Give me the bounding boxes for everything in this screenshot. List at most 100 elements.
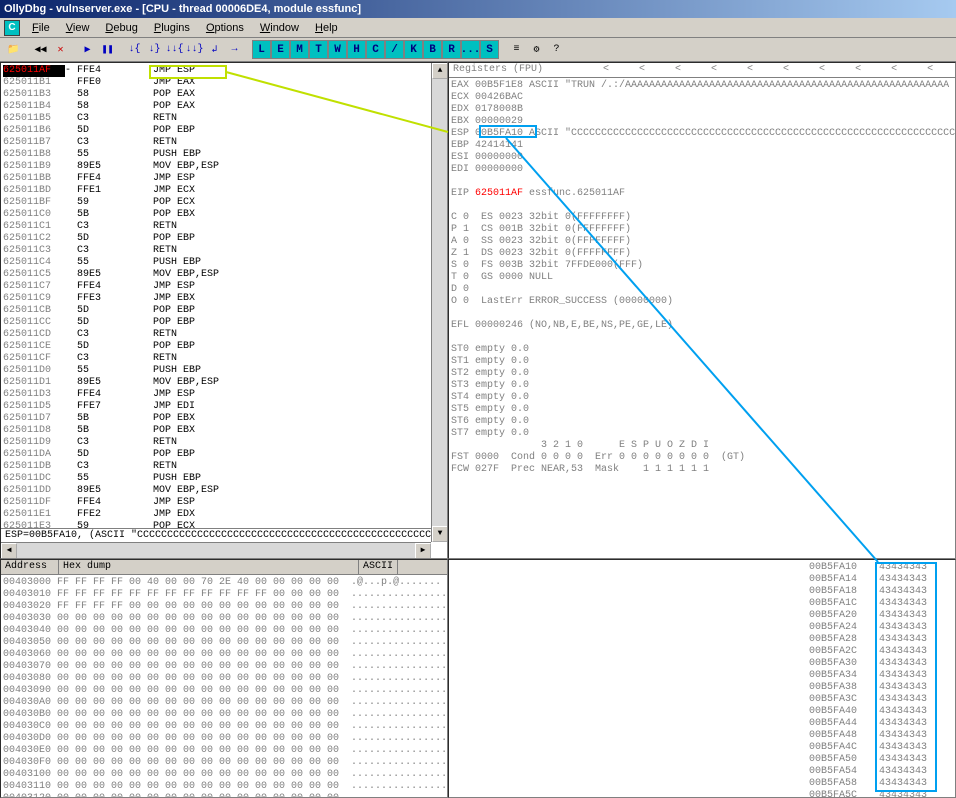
letter-button-l[interactable]: L <box>252 40 271 59</box>
run-to-return-button[interactable]: ↲ <box>205 40 224 59</box>
dump-row[interactable]: 00403040 00 00 00 00 00 00 00 00 00 00 0… <box>3 625 445 637</box>
stack-row[interactable]: 00B5FA4843434343 <box>809 730 953 742</box>
stack-row[interactable]: 00B5FA4C43434343 <box>809 742 953 754</box>
disasm-row[interactable]: 625011BB FFE4JMP ESP <box>3 173 445 185</box>
register-row[interactable]: ST3 empty 0.0 <box>451 380 953 392</box>
menu-help[interactable]: Help <box>307 20 346 36</box>
disasm-row[interactable]: 625011CB 5DPOP EBP <box>3 305 445 317</box>
register-row[interactable] <box>451 176 953 188</box>
dump-row[interactable]: 00403010 FF FF FF FF FF FF FF FF FF FF F… <box>3 589 445 601</box>
tool-list-button[interactable]: ≡ <box>507 40 526 59</box>
disasm-row[interactable]: 625011B6 5DPOP EBP <box>3 125 445 137</box>
letter-button-e[interactable]: E <box>271 40 290 59</box>
register-row[interactable]: 3 2 1 0 E S P U O Z D I <box>451 440 953 452</box>
disasm-row[interactable]: 625011B7 C3RETN <box>3 137 445 149</box>
disasm-row[interactable]: 625011DD 89E5MOV EBP,ESP <box>3 485 445 497</box>
scroll-up-button[interactable]: ▲ <box>432 63 448 79</box>
disasm-row[interactable]: 625011CD C3RETN <box>3 329 445 341</box>
letter-button-...[interactable]: ... <box>461 40 480 59</box>
dump-row[interactable]: 00403000 FF FF FF FF 00 40 00 00 70 2E 4… <box>3 577 445 589</box>
disasm-row[interactable]: 625011CF C3RETN <box>3 353 445 365</box>
stack-row[interactable]: 00B5FA3C43434343 <box>809 694 953 706</box>
disasm-row[interactable]: 625011C7 FFE4JMP ESP <box>3 281 445 293</box>
stack-row[interactable]: 00B5FA1C43434343 <box>809 598 953 610</box>
dump-row[interactable]: 00403070 00 00 00 00 00 00 00 00 00 00 0… <box>3 661 445 673</box>
register-row[interactable]: ECX 00426BAC <box>451 92 953 104</box>
register-row[interactable]: ST1 empty 0.0 <box>451 356 953 368</box>
scrollbar-h[interactable]: ◀ ▶ <box>1 542 431 558</box>
dump-row[interactable]: 00403020 FF FF FF FF 00 00 00 00 00 00 0… <box>3 601 445 613</box>
letter-button-/[interactable]: / <box>385 40 404 59</box>
disasm-row[interactable]: 625011D1 89E5MOV EBP,ESP <box>3 377 445 389</box>
letter-button-t[interactable]: T <box>309 40 328 59</box>
stack-row[interactable]: 00B5FA3043434343 <box>809 658 953 670</box>
stack-row[interactable]: 00B5FA5843434343 <box>809 778 953 790</box>
disasm-row[interactable]: 625011C3 C3RETN <box>3 245 445 257</box>
register-row[interactable]: O 0 LastErr ERROR_SUCCESS (00000000) <box>451 296 953 308</box>
disasm-row[interactable]: 625011B4 58POP EAX <box>3 101 445 113</box>
letter-button-w[interactable]: W <box>328 40 347 59</box>
stack-row[interactable]: 00B5FA1843434343 <box>809 586 953 598</box>
stack-row[interactable]: 00B5FA5443434343 <box>809 766 953 778</box>
step-into-button[interactable]: ↓{ <box>125 40 144 59</box>
pause-button[interactable]: ❚❚ <box>98 40 117 59</box>
letter-button-c[interactable]: C <box>366 40 385 59</box>
letter-button-k[interactable]: K <box>404 40 423 59</box>
register-row[interactable]: EBP 42414141 <box>451 140 953 152</box>
register-row[interactable] <box>451 200 953 212</box>
disasm-row[interactable]: 625011DA 5DPOP EBP <box>3 449 445 461</box>
tool-help-button[interactable]: ? <box>547 40 566 59</box>
letter-button-r[interactable]: R <box>442 40 461 59</box>
menu-window[interactable]: Window <box>252 20 307 36</box>
letter-button-m[interactable]: M <box>290 40 309 59</box>
register-row[interactable]: EFL 00000246 (NO,NB,E,BE,NS,PE,GE,LE) <box>451 320 953 332</box>
disasm-row[interactable]: 625011B1 FFE0JMP EAX <box>3 77 445 89</box>
dump-row[interactable]: 004030E0 00 00 00 00 00 00 00 00 00 00 0… <box>3 745 445 757</box>
menu-view[interactable]: View <box>58 20 98 36</box>
trace-over-button[interactable]: ↓↓} <box>185 40 204 59</box>
register-row[interactable]: T 0 GS 0000 NULL <box>451 272 953 284</box>
disasm-row[interactable]: 625011D5 FFE7JMP EDI <box>3 401 445 413</box>
disasm-row[interactable]: 625011E1 FFE2JMP EDX <box>3 509 445 521</box>
register-row[interactable]: D 0 <box>451 284 953 296</box>
close-button[interactable]: ✕ <box>51 40 70 59</box>
disasm-row[interactable]: 625011C9 FFE3JMP EBX <box>3 293 445 305</box>
menu-options[interactable]: Options <box>198 20 252 36</box>
disasm-row[interactable]: 625011AF- FFE4JMP ESP <box>3 65 445 77</box>
disasm-row[interactable]: 625011C4 55PUSH EBP <box>3 257 445 269</box>
letter-button-s[interactable]: S <box>480 40 499 59</box>
register-row[interactable]: P 1 CS 001B 32bit 0(FFFFFFFF) <box>451 224 953 236</box>
app-icon[interactable]: C <box>4 20 20 36</box>
stack-row[interactable]: 00B5FA4043434343 <box>809 706 953 718</box>
scroll-left-button[interactable]: ◀ <box>1 543 17 559</box>
disasm-row[interactable]: 625011CE 5DPOP EBP <box>3 341 445 353</box>
register-row[interactable]: C 0 ES 0023 32bit 0(FFFFFFFF) <box>451 212 953 224</box>
step-over-button[interactable]: ↓} <box>145 40 164 59</box>
dump-row[interactable]: 004030A0 00 00 00 00 00 00 00 00 00 00 0… <box>3 697 445 709</box>
rewind-button[interactable]: ◀◀ <box>31 40 50 59</box>
register-row[interactable]: ESP 00B5FA10 ASCII "CCCCCCCCCCCCCCCCCCCC… <box>451 128 953 140</box>
dump-row[interactable]: 00403090 00 00 00 00 00 00 00 00 00 00 0… <box>3 685 445 697</box>
stack-row[interactable]: 00B5FA5C43434343 <box>809 790 953 798</box>
disasm-row[interactable]: 625011C1 C3RETN <box>3 221 445 233</box>
disasm-row[interactable]: 625011C5 89E5MOV EBP,ESP <box>3 269 445 281</box>
disasm-row[interactable]: 625011B3 58POP EAX <box>3 89 445 101</box>
register-row[interactable]: A 0 SS 0023 32bit 0(FFFFFFFF) <box>451 236 953 248</box>
disasm-row[interactable]: 625011D7 5BPOP EBX <box>3 413 445 425</box>
stack-row[interactable]: 00B5FA3843434343 <box>809 682 953 694</box>
open-folder-button[interactable]: 📁 <box>4 40 23 59</box>
dump-row[interactable]: 00403100 00 00 00 00 00 00 00 00 00 00 0… <box>3 769 445 781</box>
tool-options-button[interactable]: ⚙ <box>527 40 546 59</box>
letter-button-h[interactable]: H <box>347 40 366 59</box>
disasm-row[interactable]: 625011CC 5DPOP EBP <box>3 317 445 329</box>
dump-row[interactable]: 00403120 00 00 00 00 00 00 00 00 00 00 0… <box>3 793 445 798</box>
dump-row[interactable]: 004030B0 00 00 00 00 00 00 00 00 00 00 0… <box>3 709 445 721</box>
dump-pane[interactable]: Address Hex dump ASCII 00403000 FF FF FF… <box>0 559 448 798</box>
register-row[interactable]: ST4 empty 0.0 <box>451 392 953 404</box>
letter-button-b[interactable]: B <box>423 40 442 59</box>
disasm-row[interactable]: 625011BF 59POP ECX <box>3 197 445 209</box>
register-row[interactable]: ST0 empty 0.0 <box>451 344 953 356</box>
menu-file[interactable]: File <box>24 20 58 36</box>
disasm-row[interactable]: 625011C2 5DPOP EBP <box>3 233 445 245</box>
disasm-row[interactable]: 625011C0 5BPOP EBX <box>3 209 445 221</box>
